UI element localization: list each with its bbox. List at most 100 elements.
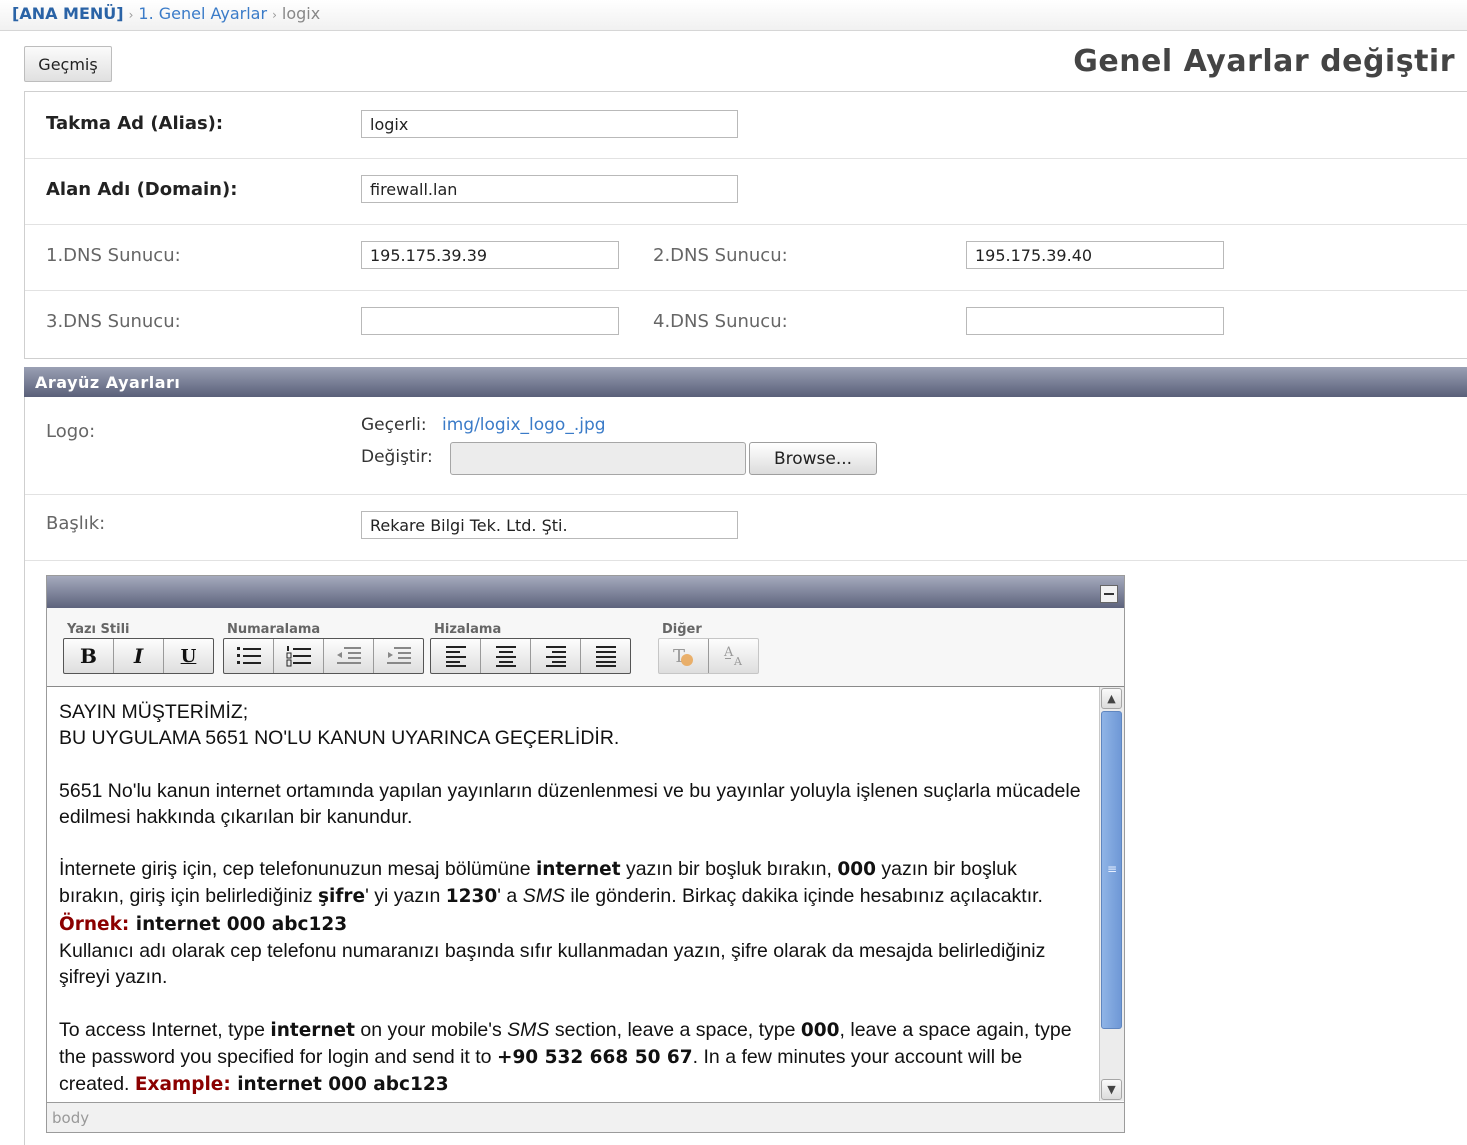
content-paragraph: SAYIN MÜŞTERİMİZ; BU UYGULAMA 5651 NO'LU… <box>59 699 1085 752</box>
content-paragraph: To access Internet, type internet on you… <box>59 1017 1085 1099</box>
breadcrumb-separator: › <box>272 8 277 22</box>
dns34-row: 3.DNS Sunucu: 4.DNS Sunucu: <box>25 290 1467 358</box>
history-button[interactable]: Geçmiş <box>24 46 112 82</box>
breadcrumb-genel-ayarlar-link[interactable]: 1. Genel Ayarlar <box>138 4 267 23</box>
current-logo-label: Geçerli: <box>361 415 427 435</box>
text-style-group-title: Yazı Stili <box>67 622 130 637</box>
italic-label: I <box>133 644 144 668</box>
editor-content[interactable]: SAYIN MÜŞTERİMİZ; BU UYGULAMA 5651 NO'LU… <box>47 687 1097 1099</box>
editor-scrollbar[interactable]: ▲ ≡ ▼ <box>1099 687 1124 1101</box>
change-logo-label: Değiştir: <box>361 447 433 467</box>
minimize-icon[interactable] <box>1100 585 1118 603</box>
content-text: section, leave a space, type <box>549 1018 801 1041</box>
underline-label: U <box>180 645 197 667</box>
content-text: on your mobile's <box>354 1018 508 1041</box>
current-logo-link[interactable]: img/logix_logo_.jpg <box>442 415 606 435</box>
alignment-group-title: Hizalama <box>434 622 502 637</box>
text-style-group: Yazı Stili B I U <box>63 622 214 674</box>
other-buttons: T AA <box>658 638 759 674</box>
breadcrumb: [ANA MENÜ] › 1. Genel Ayarlar › logix <box>12 4 320 23</box>
content-bold: internet 000 abc123 <box>129 913 348 935</box>
alias-input[interactable] <box>361 110 738 138</box>
content-paragraph: 5651 No'lu kanun internet ortamında yapı… <box>59 778 1085 831</box>
svg-text:A: A <box>733 655 743 668</box>
dns1-label: 1.DNS Sunucu: <box>46 245 181 266</box>
content-law-description: 5651 No'lu kanun internet ortamında yapı… <box>59 779 1081 828</box>
font-size-icon[interactable]: AA <box>709 639 758 673</box>
content-greeting: SAYIN MÜŞTERİMİZ; <box>59 701 249 723</box>
content-italic: SMS <box>522 885 565 908</box>
bold-label: B <box>80 644 97 668</box>
breadcrumb-separator: › <box>128 8 134 22</box>
content-italic: SMS <box>507 1018 550 1041</box>
breadcrumb-current: logix <box>281 4 321 23</box>
page-title: Genel Ayarlar değiştir <box>1073 44 1455 79</box>
outdent-icon[interactable] <box>324 639 374 673</box>
content-bold: internet <box>270 1019 355 1041</box>
numbering-group-title: Numaralama <box>227 622 321 637</box>
title-label: Başlık: <box>46 513 106 534</box>
content-example-label: Example: <box>134 1074 231 1096</box>
dns3-label: 3.DNS Sunucu: <box>46 311 181 332</box>
dns2-label: 2.DNS Sunucu: <box>653 245 788 266</box>
grip-icon: ≡ <box>1107 862 1118 876</box>
italic-button[interactable]: I <box>114 639 164 673</box>
align-right-icon[interactable] <box>531 639 581 673</box>
editor-toolbar: Yazı Stili B I U Numaralama Hizalama Diğ… <box>47 608 1124 687</box>
domain-input[interactable] <box>361 175 738 203</box>
content-bold: +90 532 668 50 67 <box>496 1046 693 1068</box>
interface-settings-header: Arayüz Ayarları <box>24 367 1467 397</box>
bold-button[interactable]: B <box>64 639 114 673</box>
dns3-input[interactable] <box>361 307 619 335</box>
editor-status-path: body <box>47 1102 1124 1132</box>
content-bold: 000 <box>800 1019 840 1041</box>
dns4-label: 4.DNS Sunucu: <box>653 311 788 332</box>
general-settings-panel: Takma Ad (Alias): Alan Adı (Domain): 1.D… <box>24 91 1467 359</box>
alignment-buttons <box>430 638 631 674</box>
content-bold: şifre <box>318 886 366 908</box>
content-validity: BU UYGULAMA 5651 NO'LU KANUN UYARINCA GE… <box>59 727 620 750</box>
logo-file-field[interactable] <box>450 442 746 475</box>
title-input[interactable] <box>361 511 738 539</box>
clear-format-icon[interactable]: T <box>659 639 709 673</box>
align-center-icon[interactable] <box>481 639 531 673</box>
numbering-buttons <box>223 638 424 674</box>
content-bold: 1230 <box>445 886 498 908</box>
scroll-down-icon[interactable]: ▼ <box>1101 1079 1122 1100</box>
domain-row: Alan Adı (Domain): <box>25 158 1467 225</box>
domain-label: Alan Adı (Domain): <box>46 179 238 200</box>
content-bold: internet 000 abc123 <box>230 1074 449 1096</box>
content-text: ' a <box>497 885 523 908</box>
bullet-list-icon[interactable] <box>224 639 274 673</box>
numbered-list-icon[interactable] <box>274 639 324 673</box>
breadcrumb-bar: [ANA MENÜ] › 1. Genel Ayarlar › logix <box>0 0 1467 31</box>
scroll-up-icon[interactable]: ▲ <box>1101 688 1122 709</box>
content-text: ile gönderin. Birkaç dakika içinde hesab… <box>564 885 1043 908</box>
content-text: yazın bir boşluk bırakın, <box>620 858 838 881</box>
underline-button[interactable]: U <box>164 639 213 673</box>
content-example-label: Örnek: <box>59 913 130 935</box>
content-text: To access Internet, type <box>59 1018 271 1041</box>
dns1-input[interactable] <box>361 241 619 269</box>
align-justify-icon[interactable] <box>581 639 630 673</box>
title-row: Başlık: <box>25 494 1467 561</box>
align-left-icon[interactable] <box>431 639 481 673</box>
alignment-group: Hizalama <box>430 622 631 674</box>
rich-text-editor: Yazı Stili B I U Numaralama Hizalama Diğ… <box>46 575 1125 1133</box>
content-text: İnternete giriş için, cep telefonunuzun … <box>59 858 536 881</box>
content-text: Kullanıcı adı olarak cep telefonu numara… <box>59 940 1046 989</box>
scrollbar-thumb[interactable]: ≡ <box>1101 711 1122 1029</box>
content-text: ' yi yazın <box>365 885 446 908</box>
browse-button[interactable]: Browse... <box>749 442 877 475</box>
numbering-group: Numaralama <box>223 622 424 674</box>
alias-label: Takma Ad (Alias): <box>46 113 224 134</box>
svg-text:A: A <box>723 645 734 660</box>
dns2-input[interactable] <box>966 241 1224 269</box>
indent-icon[interactable] <box>374 639 423 673</box>
breadcrumb-root-link[interactable]: [ANA MENÜ] <box>12 4 124 23</box>
alias-row: Takma Ad (Alias): <box>25 92 1467 159</box>
editor-header <box>47 576 1124 608</box>
logo-row: Logo: Geçerli: img/logix_logo_.jpg Değiş… <box>25 397 1467 495</box>
content-bold: 000 <box>837 859 876 881</box>
dns4-input[interactable] <box>966 307 1224 335</box>
